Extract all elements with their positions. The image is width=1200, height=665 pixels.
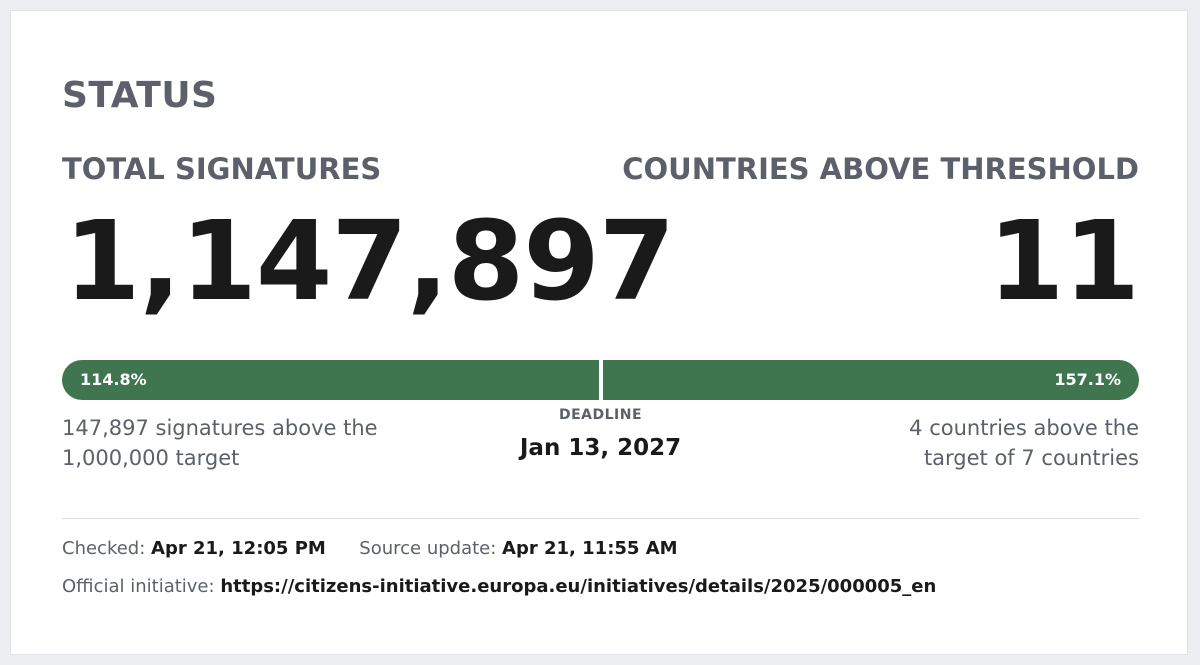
checked-value: Apr 21, 12:05 PM [151, 538, 326, 559]
initiative-label: Official initiative: [62, 576, 215, 597]
update-info-row: Checked: Apr 21, 12:05 PM Source update:… [62, 537, 678, 561]
status-card: STATUS TOTAL SIGNATURES COUNTRIES ABOVE … [10, 10, 1188, 655]
progress-bars: 114.8% 157.1% [62, 358, 1139, 402]
countries-progress-percent: 157.1% [1054, 370, 1121, 389]
footer-divider [62, 518, 1139, 519]
signatures-progress-percent: 114.8% [80, 370, 147, 389]
checked-label: Checked: [62, 538, 146, 559]
countries-progress-bar: 157.1% [602, 360, 1139, 400]
source-update-label: Source update: [359, 538, 497, 559]
total-signatures-label: TOTAL SIGNATURES [62, 152, 382, 186]
initiative-row: Official initiative: https://citizens-in… [62, 575, 936, 599]
progress-divider [598, 358, 602, 402]
countries-above-threshold-value: 11 [987, 197, 1140, 325]
countries-above-threshold-label: COUNTRIES ABOVE THRESHOLD [622, 152, 1139, 186]
total-signatures-value: 1,147,897 [64, 197, 675, 325]
countries-note: 4 countries above the target of 7 countr… [909, 416, 1139, 470]
status-card-content: STATUS TOTAL SIGNATURES COUNTRIES ABOVE … [62, 11, 1140, 654]
status-heading: STATUS [62, 75, 218, 116]
signatures-progress-bar: 114.8% [62, 360, 599, 400]
source-update-value: Apr 21, 11:55 AM [502, 538, 678, 559]
initiative-link[interactable]: https://citizens-initiative.europa.eu/in… [220, 576, 936, 597]
